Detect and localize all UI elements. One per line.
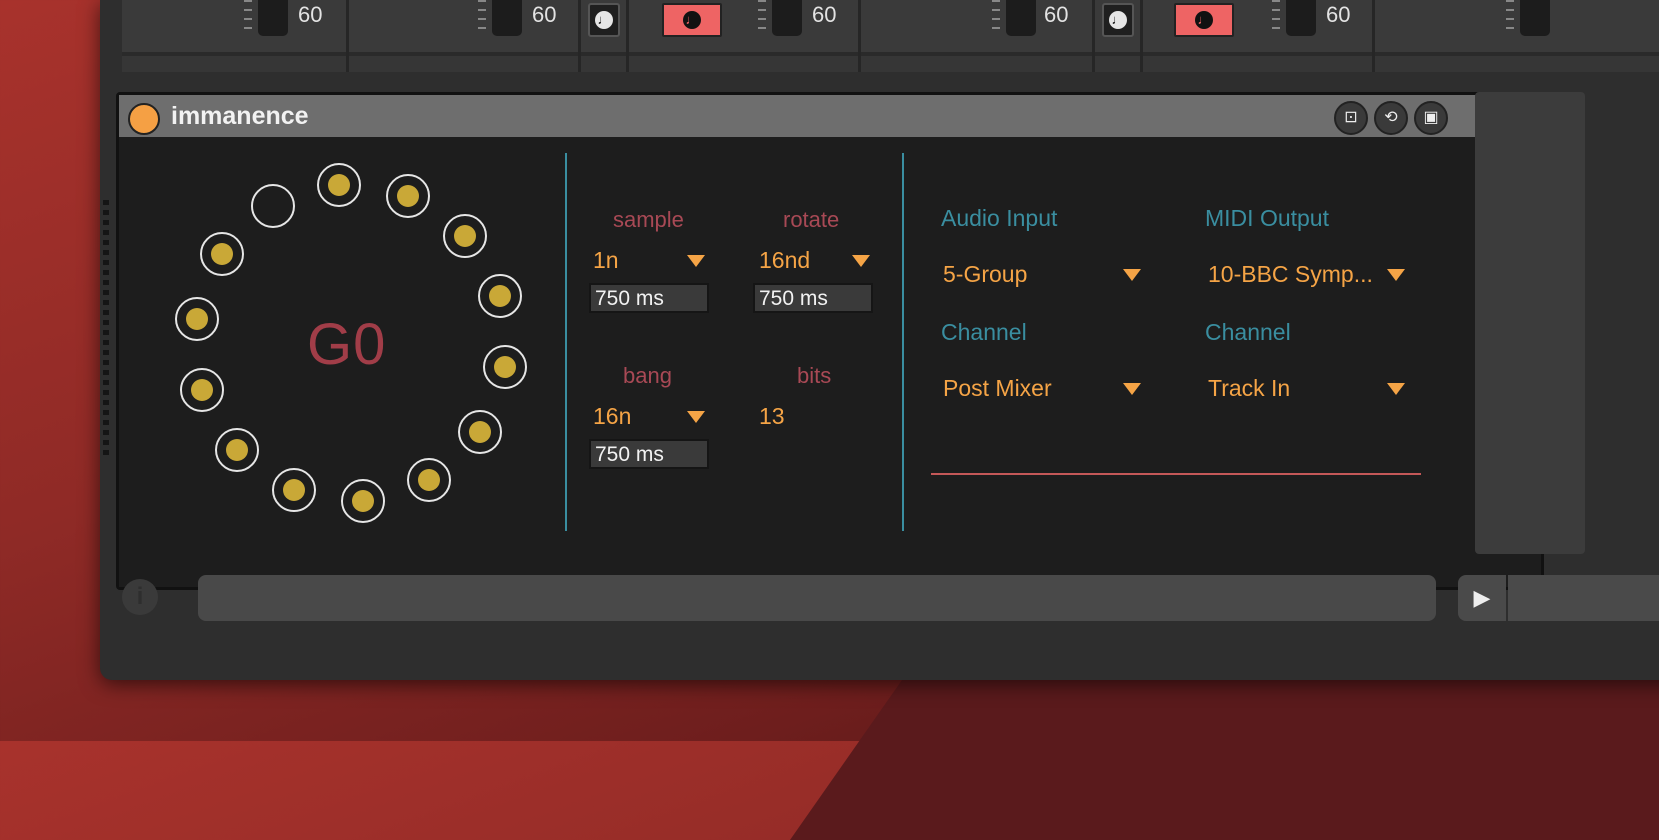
chevron-down-icon[interactable] [687,255,705,267]
step-dot [190,378,213,401]
fader-value: 60 [532,2,557,27]
status-bar [198,575,1436,621]
audio-channel-label: Channel [941,319,1027,345]
step-dot [185,308,208,331]
resize-handle[interactable] [103,200,109,460]
chevron-down-icon[interactable] [1123,269,1141,281]
save-icon[interactable]: ▣ [1414,101,1448,135]
chevron-down-icon[interactable] [687,411,705,423]
mixer-strip: 60 60 ♩ ♩ 60 60 ♩ ♩ 60 [122,0,1659,72]
bang-value[interactable]: 16n [593,403,631,430]
volume-fader[interactable] [1272,0,1316,36]
audio-input-select[interactable]: 5-Group [943,261,1027,288]
step-circle[interactable] [457,410,502,454]
bang-label: bang [623,363,672,388]
info-icon[interactable]: i [122,579,158,615]
midi-output-label: MIDI Output [1205,205,1329,231]
record-clock-button[interactable]: ♩ [662,3,722,37]
step-dot [211,242,234,265]
section-divider [565,153,567,531]
chevron-down-icon[interactable] [1387,383,1405,395]
step-dot [468,421,491,443]
power-button[interactable] [128,103,160,135]
map-icon[interactable]: ⊡ [1334,101,1368,135]
bang-time-field[interactable]: 750 ms [589,439,709,469]
step-circle[interactable] [251,184,295,229]
step-dot [494,355,517,378]
fader-value: 60 [1044,2,1069,27]
channel-divider [1372,0,1375,72]
chevron-down-icon[interactable] [1123,383,1141,395]
volume-fader[interactable] [1506,0,1550,36]
clock-icon[interactable]: ♩ [588,3,620,37]
step-circle[interactable] [385,173,430,218]
bits-value[interactable]: 13 [759,403,785,430]
channel-divider [858,0,861,72]
step-dot [351,489,374,512]
transport-bar [1508,575,1659,621]
step-circle[interactable] [483,344,528,389]
step-circle[interactable] [272,468,316,513]
channel-divider [346,0,349,72]
step-circle[interactable] [407,457,451,502]
fader-value: 60 [298,2,323,27]
volume-fader[interactable] [478,0,522,36]
step-dot [328,174,351,197]
sample-value[interactable]: 1n [593,247,619,274]
chevron-down-icon[interactable] [852,255,870,267]
step-dot [489,285,512,308]
midi-channel-select[interactable]: Track In [1208,375,1290,402]
device-titlebar[interactable]: immanence ⊡ ⟲ ▣ [119,95,1541,137]
midi-channel-label: Channel [1205,319,1291,345]
bits-label: bits [797,363,832,388]
step-circle[interactable] [174,297,219,342]
rotate-value[interactable]: 16nd [759,247,810,274]
channel-divider [1140,0,1143,72]
sample-time-field[interactable]: 750 ms [589,283,709,313]
step-dot [454,224,477,247]
immanence-device: immanence ⊡ ⟲ ▣ G0 sample 1n 750 ms rota… [116,92,1544,590]
step-dot [396,184,419,207]
rotate-label: rotate [783,207,840,232]
audio-channel-select[interactable]: Post Mixer [943,375,1052,402]
step-circle[interactable] [200,231,245,276]
volume-fader[interactable] [992,0,1036,36]
midi-output-select[interactable]: 10-BBC Symp... [1208,261,1373,288]
step-circle[interactable] [478,274,523,319]
fader-value: 60 [1326,2,1351,27]
clock-icon[interactable]: ♩ [1102,3,1134,37]
step-dot [283,479,305,502]
play-icon[interactable]: ▶ [1458,575,1506,621]
chevron-down-icon[interactable] [1387,269,1405,281]
hot-swap-icon[interactable]: ⟲ [1374,101,1408,135]
rotate-time-field[interactable]: 750 ms [753,283,873,313]
separator-line [931,473,1421,475]
step-circle[interactable] [340,478,385,523]
channel-divider [578,0,581,72]
device-title: immanence [171,102,309,130]
device-body: G0 sample 1n 750 ms rotate 16nd 750 ms b… [119,137,1541,587]
record-clock-button[interactable]: ♩ [1174,3,1234,37]
step-circle[interactable] [179,367,224,412]
channel-divider [626,0,629,72]
step-circle[interactable] [443,213,488,258]
side-panel [1475,92,1585,554]
volume-fader[interactable] [244,0,288,36]
step-dot [418,468,440,491]
step-circle[interactable] [214,428,259,473]
channel-divider [1092,0,1095,72]
step-dot [225,439,248,462]
sample-label: sample [613,207,684,232]
section-divider [902,153,904,531]
fader-value: 60 [812,2,837,27]
step-circle[interactable] [317,163,362,208]
audio-input-label: Audio Input [941,205,1058,231]
note-display: G0 [307,312,387,377]
volume-fader[interactable] [758,0,802,36]
